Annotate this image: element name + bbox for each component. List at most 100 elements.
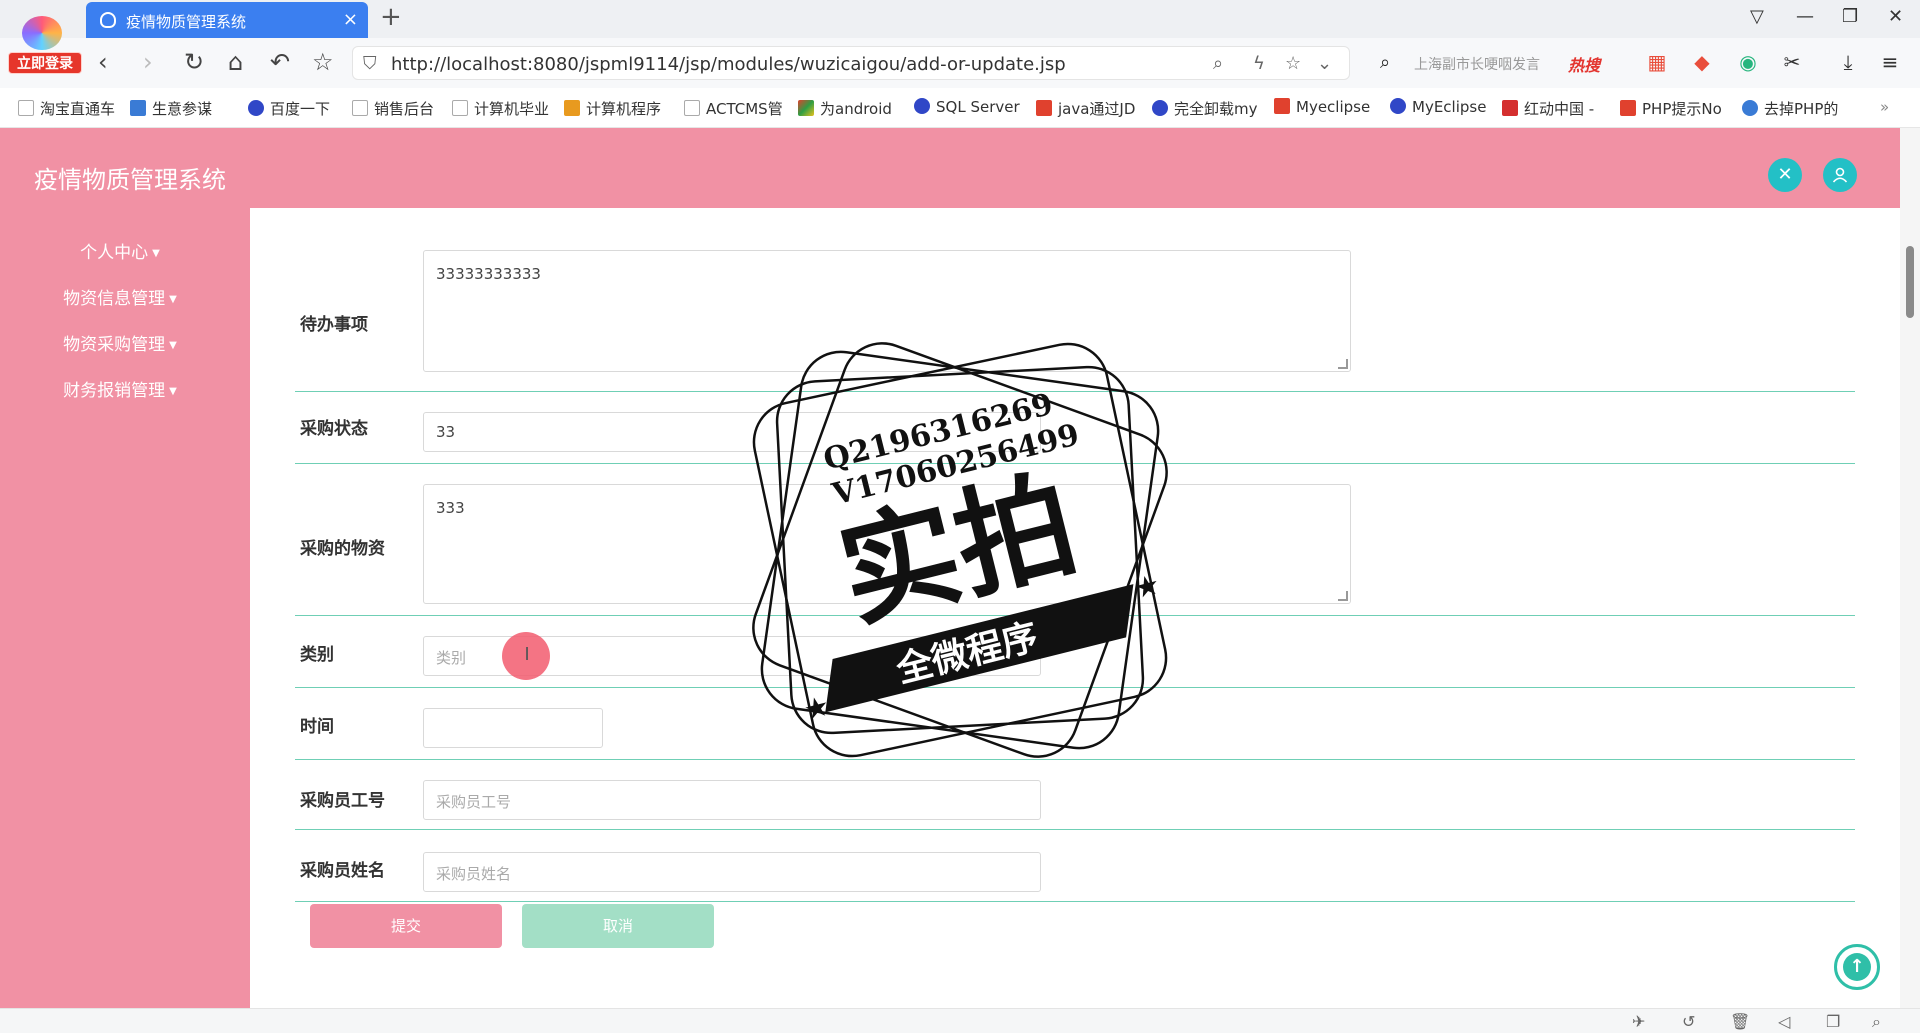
apps-grid-icon[interactable]: ▦ bbox=[1645, 50, 1669, 74]
bookmark-item[interactable]: Myeclipse bbox=[1274, 98, 1370, 116]
zoom-icon[interactable]: ⌕ bbox=[1213, 53, 1223, 74]
scissors-icon[interactable]: ✂ bbox=[1780, 50, 1804, 74]
lightning-icon[interactable]: ϟ bbox=[1253, 53, 1265, 74]
caret-down-icon: ▼ bbox=[152, 248, 160, 259]
hot-search-label[interactable]: 热搜 bbox=[1568, 52, 1600, 76]
download-icon[interactable]: ⤓ bbox=[1836, 50, 1860, 74]
browser-tab-bar: 疫情物质管理系统 × + ▽ — ❐ ✕ bbox=[0, 0, 1920, 38]
csdn-icon bbox=[1274, 98, 1290, 114]
bookmark-star-icon[interactable]: ☆ bbox=[312, 48, 334, 76]
bookmark-item[interactable]: 淘宝直通车 bbox=[18, 98, 115, 119]
materials-textarea[interactable]: 333 bbox=[423, 484, 1351, 604]
page-icon bbox=[352, 100, 368, 116]
skin-icon[interactable]: ▽ bbox=[1750, 6, 1764, 27]
category-label: 类别 bbox=[300, 645, 334, 665]
browser-logo[interactable]: 立即登录 bbox=[6, 12, 82, 78]
sidebar: 个人中心 ▼ 物资信息管理 ▼ 物资采购管理 ▼ 财务报销管理 ▼ bbox=[0, 208, 250, 1008]
bookmark-item[interactable]: SQL Server bbox=[914, 98, 1020, 116]
bookmark-item[interactable]: java通过JD bbox=[1036, 98, 1135, 119]
restore-icon[interactable]: ❐ bbox=[1842, 6, 1858, 27]
bookmarks-more-icon[interactable]: » bbox=[1880, 98, 1889, 116]
bookmark-item[interactable]: 为android bbox=[798, 98, 892, 119]
sidebar-item-finance[interactable]: 财务报销管理 ▼ bbox=[0, 376, 240, 401]
zoom-status-icon[interactable]: ⌕ bbox=[1872, 1012, 1881, 1032]
page-scrollbar[interactable] bbox=[1900, 128, 1920, 1008]
bookmark-item[interactable]: 生意参谋 bbox=[130, 98, 212, 119]
bookmark-item[interactable]: PHP提示No bbox=[1620, 98, 1722, 119]
caret-down-icon: ▼ bbox=[169, 340, 177, 351]
favorite-icon[interactable]: ☆ bbox=[1285, 53, 1301, 74]
status-input[interactable]: 33 bbox=[423, 412, 1041, 452]
trash-icon[interactable]: 🗑 bbox=[1730, 1012, 1750, 1031]
back-icon[interactable]: ‹ bbox=[98, 48, 108, 76]
todo-label: 待办事项 bbox=[300, 315, 368, 335]
game-icon[interactable]: ◆ bbox=[1690, 50, 1714, 74]
bookmark-item[interactable]: 计算机程序 bbox=[564, 98, 661, 119]
form-row-time: 时间 bbox=[295, 688, 1855, 760]
todo-textarea[interactable]: 33333333333 bbox=[423, 250, 1351, 372]
buyer-name-input[interactable]: 采购员姓名 bbox=[423, 852, 1041, 892]
undo-icon[interactable]: ↶ bbox=[270, 48, 290, 76]
bookmark-item[interactable]: ACTCMS管 bbox=[684, 98, 783, 119]
time-input[interactable] bbox=[423, 708, 603, 748]
resize-handle-icon[interactable] bbox=[1338, 591, 1348, 601]
buyer-name-label: 采购员姓名 bbox=[300, 861, 385, 881]
login-badge[interactable]: 立即登录 bbox=[8, 52, 82, 74]
time-label: 时间 bbox=[300, 717, 334, 737]
url-text[interactable]: http://localhost:8080/jspml9114/jsp/modu… bbox=[391, 54, 1066, 75]
resize-handle-icon[interactable] bbox=[1338, 359, 1348, 369]
search-suggestion[interactable]: 上海副市长哽咽发言 bbox=[1414, 54, 1540, 74]
back-to-top-button[interactable]: ↑ bbox=[1834, 944, 1880, 990]
baidu-paw-icon bbox=[1390, 98, 1406, 114]
caret-down-icon: ▼ bbox=[169, 294, 177, 305]
site-icon bbox=[1742, 100, 1758, 116]
form-content: 待办事项 33333333333 采购状态 33 采购的物资 333 类别 类别… bbox=[250, 208, 1900, 1008]
fullscreen-icon[interactable]: ✕ bbox=[1768, 158, 1802, 192]
status-label: 采购状态 bbox=[300, 419, 368, 439]
dropdown-icon[interactable]: ⌄ bbox=[1317, 53, 1332, 74]
arrow-up-icon: ↑ bbox=[1843, 953, 1871, 981]
text-cursor-icon: I bbox=[524, 644, 530, 665]
window-icon[interactable]: ❐ bbox=[1826, 1012, 1840, 1031]
browser-logo-icon bbox=[22, 16, 62, 50]
refresh-circle-icon[interactable]: ◉ bbox=[1736, 50, 1760, 74]
bookmark-item[interactable]: 销售后台 bbox=[352, 98, 434, 119]
forward-icon[interactable]: › bbox=[143, 48, 153, 76]
sidebar-item-personal-center[interactable]: 个人中心 ▼ bbox=[0, 238, 240, 263]
csdn-icon bbox=[1036, 100, 1052, 116]
history-icon[interactable]: ↺ bbox=[1682, 1012, 1695, 1031]
page-icon bbox=[684, 100, 700, 116]
bookmark-item[interactable]: 百度一下 bbox=[248, 98, 330, 119]
home-icon[interactable]: ⌂ bbox=[228, 48, 243, 76]
bookmark-item[interactable]: 计算机毕业 bbox=[452, 98, 549, 119]
form-row-todo: 待办事项 33333333333 bbox=[295, 250, 1855, 392]
address-bar[interactable]: ⛉ http://localhost:8080/jspml9114/jsp/mo… bbox=[352, 46, 1350, 80]
bookmark-item[interactable]: MyEclipse bbox=[1390, 98, 1486, 116]
volume-icon[interactable]: ◁ bbox=[1778, 1012, 1790, 1031]
close-window-icon[interactable]: ✕ bbox=[1888, 6, 1903, 27]
accelerate-icon[interactable]: ✈ bbox=[1632, 1012, 1645, 1031]
browser-tab[interactable]: 疫情物质管理系统 × bbox=[86, 2, 368, 38]
submit-button[interactable]: 提交 bbox=[310, 904, 502, 948]
buyer-id-label: 采购员工号 bbox=[300, 791, 385, 811]
cancel-button[interactable]: 取消 bbox=[522, 904, 714, 948]
tab-close-icon[interactable]: × bbox=[343, 9, 358, 30]
bookmark-item[interactable]: 红动中国 - bbox=[1502, 98, 1594, 119]
user-icon[interactable] bbox=[1823, 158, 1857, 192]
menu-icon[interactable]: ≡ bbox=[1878, 50, 1902, 74]
scrollbar-thumb[interactable] bbox=[1906, 246, 1914, 318]
sidebar-item-material-purchase[interactable]: 物资采购管理 ▼ bbox=[0, 330, 240, 355]
minimize-icon[interactable]: — bbox=[1796, 6, 1814, 27]
site-icon bbox=[564, 100, 580, 116]
app-header: 疫情物质管理系统 ✕ bbox=[0, 128, 1900, 208]
search-box[interactable]: ⌕ 上海副市长哽咽发言 热搜 bbox=[1370, 46, 1640, 80]
reload-icon[interactable]: ↻ bbox=[184, 48, 204, 76]
page-icon bbox=[18, 100, 34, 116]
bookmark-item[interactable]: 去掉PHP的 bbox=[1742, 98, 1838, 119]
page-icon bbox=[452, 100, 468, 116]
bookmark-item[interactable]: 完全卸载my bbox=[1152, 98, 1258, 119]
search-icon[interactable]: ⌕ bbox=[1380, 52, 1390, 73]
new-tab-button[interactable]: + bbox=[380, 2, 402, 32]
sidebar-item-material-info[interactable]: 物资信息管理 ▼ bbox=[0, 284, 240, 309]
buyer-id-input[interactable]: 采购员工号 bbox=[423, 780, 1041, 820]
